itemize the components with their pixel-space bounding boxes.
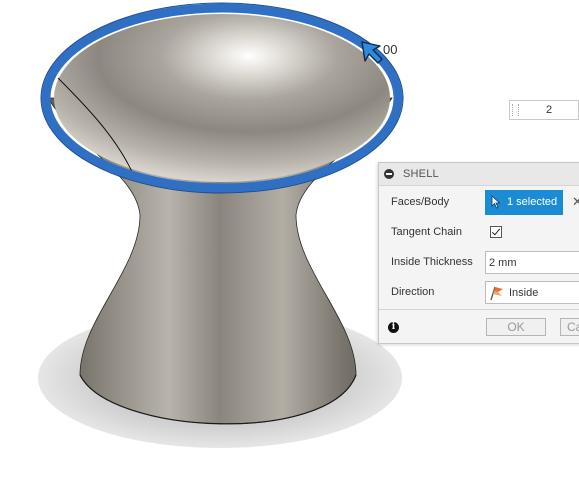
faces-selected-count: 1 selected (507, 196, 558, 208)
faces-select-button[interactable]: 1 selected (485, 190, 563, 215)
direction-value: Inside (509, 287, 539, 299)
drag-grip-icon[interactable] (512, 104, 519, 116)
inner-surface[interactable] (54, 14, 390, 182)
thickness-input[interactable] (486, 252, 579, 273)
faces-label: Faces/Body (391, 196, 450, 208)
direction-flag-icon (490, 286, 503, 301)
direction-label: Direction (391, 286, 435, 298)
info-icon[interactable]: i (388, 322, 399, 333)
thickness-field[interactable] (485, 251, 579, 274)
tangent-row: Tangent Chain (379, 217, 579, 247)
thickness-row: Inside Thickness (379, 247, 579, 277)
thickness-readout: 00 (383, 42, 398, 57)
tangent-chain-checkbox[interactable] (490, 226, 502, 238)
tangent-label: Tangent Chain (391, 226, 462, 238)
pointer-cursor-icon (491, 195, 501, 209)
dialog-header[interactable]: SHELL (379, 163, 579, 186)
direction-select[interactable]: Inside (485, 281, 579, 304)
distance-input-box[interactable] (509, 100, 579, 120)
dialog-title: SHELL (403, 168, 439, 180)
shell-dialog: SHELL Faces/Body 1 selected ✕ Tangent Ch… (378, 162, 579, 344)
cancel-button[interactable]: Ca (560, 318, 579, 336)
distance-input[interactable] (520, 102, 578, 118)
thickness-label: Inside Thickness (391, 256, 473, 268)
faces-row: Faces/Body 1 selected ✕ (379, 187, 579, 217)
direction-row: Direction Inside (379, 277, 579, 307)
footer-divider (379, 309, 579, 310)
close-icon[interactable]: ✕ (572, 194, 579, 210)
minus-circle-icon[interactable] (384, 169, 394, 179)
ok-button[interactable]: OK (486, 318, 546, 336)
